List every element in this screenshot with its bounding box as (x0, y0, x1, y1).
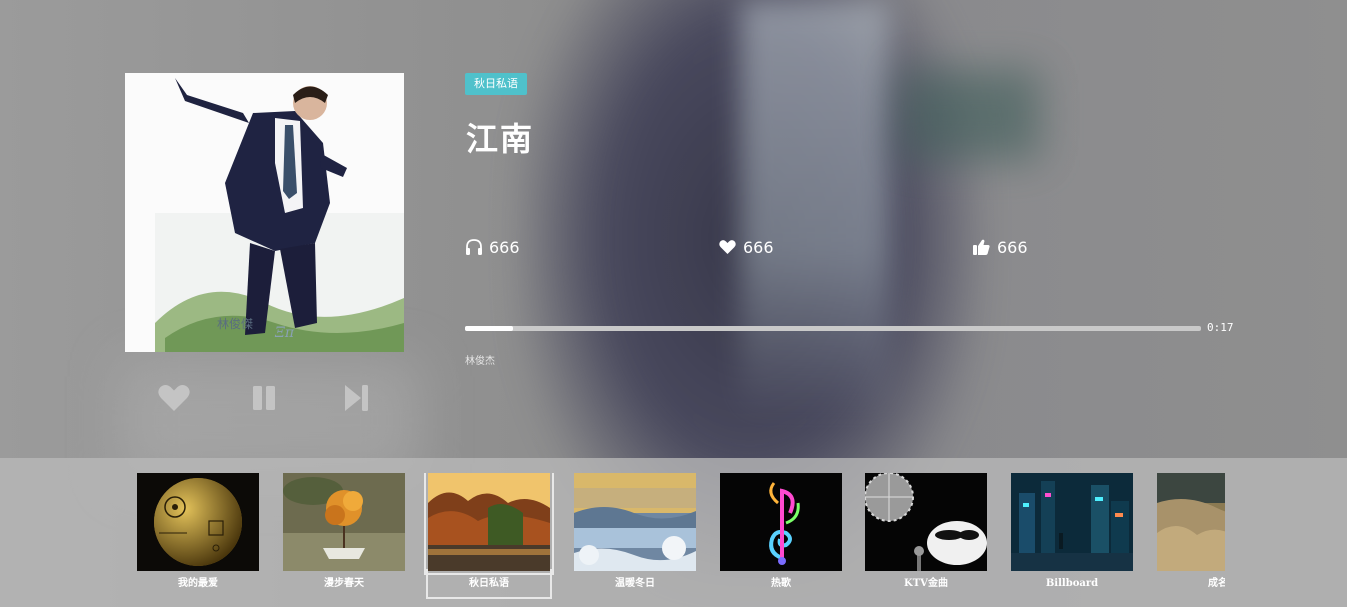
playlist-item-favorites[interactable]: 我的最爱 (137, 473, 259, 597)
playlist-carousel: 我的最爱 漫步春天 秋日私语 温暖冬日 热歌 KTV金曲 Billboard 成… (137, 473, 1225, 607)
playlist-item-winter[interactable]: 温暖冬日 (574, 473, 696, 597)
playlist-label: 秋日私语 (428, 571, 550, 597)
playlist-item-hot[interactable]: 热歌 (720, 473, 842, 597)
progress-fill (465, 326, 513, 331)
playlist-label: 成名 (1208, 578, 1225, 589)
playlist-label: 热歌 (771, 578, 791, 589)
skip-next-icon (345, 385, 368, 411)
playlist-thumbnail (1011, 473, 1133, 571)
heart-icon (719, 240, 736, 254)
playlist-item-fame[interactable]: 成名 (1157, 473, 1225, 597)
playlist-thumbnail (283, 473, 405, 571)
playlist-thumbnail (1157, 473, 1225, 571)
playlist-item-spring[interactable]: 漫步春天 (283, 473, 405, 597)
like-button[interactable] (154, 378, 194, 418)
playlist-item-billboard[interactable]: Billboard (1011, 473, 1133, 597)
pause-button[interactable] (244, 378, 284, 418)
playlist-label: 温暖冬日 (615, 578, 655, 589)
thumbs-count-value: 666 (997, 237, 1028, 257)
playlist-thumbnail (424, 473, 554, 575)
cover-logo-text: 林俊傑 (217, 316, 253, 331)
playlist-thumbnail (865, 473, 987, 571)
thumbs-count[interactable]: 666 (972, 236, 1028, 258)
playlist-label: 漫步春天 (324, 578, 364, 589)
listen-count-value: 666 (489, 237, 520, 257)
album-cover: 林俊傑 Ξπ (125, 73, 404, 352)
progress-bar[interactable] (465, 326, 1201, 331)
next-button[interactable] (337, 378, 377, 418)
song-title: 江南 (466, 120, 535, 158)
player-controls (125, 378, 404, 418)
svg-text:Ξπ: Ξπ (274, 325, 295, 341)
playlist-item-ktv[interactable]: KTV金曲 (865, 473, 987, 597)
playlist-thumbnail (720, 473, 842, 571)
playlist-label: KTV金曲 (904, 578, 948, 589)
artist-name: 林俊杰 (465, 356, 495, 367)
playlist-thumbnail (137, 473, 259, 571)
playlist-label: Billboard (1045, 578, 1099, 589)
thumbs-up-icon (973, 239, 990, 255)
playlist-tag[interactable]: 秋日私语 (465, 73, 527, 95)
playlist-label: 我的最爱 (178, 578, 218, 589)
like-count-value: 666 (743, 237, 774, 257)
like-count[interactable]: 666 (718, 236, 774, 258)
listen-count: 666 (465, 236, 520, 258)
heart-icon (158, 385, 190, 411)
headphones-icon (466, 239, 482, 255)
pause-icon (253, 386, 275, 410)
current-time: 0:17 (1207, 321, 1234, 334)
playlist-item-autumn[interactable]: 秋日私语 (424, 473, 554, 597)
playlist-thumbnail (574, 473, 696, 571)
